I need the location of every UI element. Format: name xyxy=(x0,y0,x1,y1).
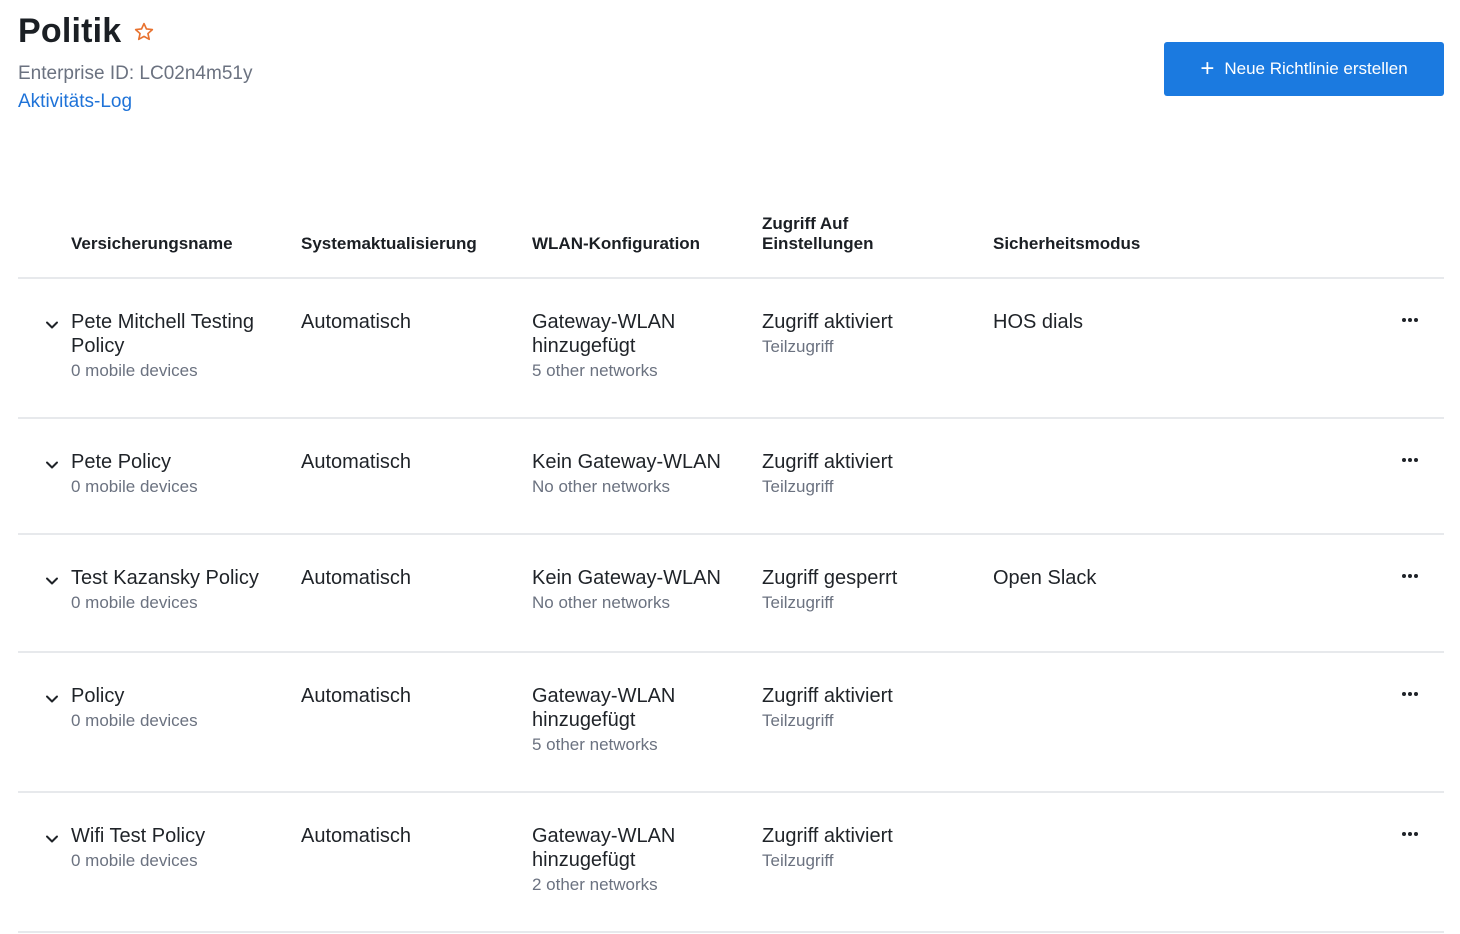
table-row[interactable]: Pete Mitchell Testing Policy 0 mobile de… xyxy=(18,279,1444,419)
access-cell: Zugriff aktiviert Teilzugriff xyxy=(762,450,982,498)
more-options-icon[interactable] xyxy=(1398,687,1422,701)
wlan-cell: Gateway-WLAN hinzugefügt 5 other network… xyxy=(532,310,747,382)
column-header-security-mode[interactable]: Sicherheitsmodus xyxy=(993,234,1213,254)
table-row[interactable]: Test Kazansky Policy 0 mobile devices Au… xyxy=(18,535,1444,653)
chevron-down-icon[interactable] xyxy=(44,831,60,847)
table-row[interactable]: Wifi Test Policy 0 mobile devices Automa… xyxy=(18,793,1444,933)
system-update-value: Automatisch xyxy=(301,685,412,707)
enterprise-id: Enterprise ID: LC02n4m51y xyxy=(18,63,253,84)
new-policy-button[interactable]: + Neue Richtlinie erstellen xyxy=(1164,42,1444,96)
title-row: Politik xyxy=(18,12,252,51)
wlan-value: Gateway-WLAN hinzugefügt xyxy=(532,311,676,357)
table-row[interactable]: Pete Policy 0 mobile devices Automatisch… xyxy=(18,419,1444,535)
page-header: Politik Enterprise ID: LC02n4m51y Aktivi… xyxy=(18,12,252,113)
system-update-value: Automatisch xyxy=(301,567,412,589)
table-header: Versicherungsname Systemaktualisierung W… xyxy=(18,200,1444,279)
more-options-icon[interactable] xyxy=(1398,569,1422,583)
wlan-cell: Gateway-WLAN hinzugefügt 5 other network… xyxy=(532,684,747,756)
wlan-value: Kein Gateway-WLAN xyxy=(532,567,721,589)
column-header-name[interactable]: Versicherungsname xyxy=(71,234,291,254)
activity-log-link[interactable]: Aktivitäts-Log xyxy=(18,91,252,113)
star-icon[interactable] xyxy=(133,21,155,43)
column-header-settings-access[interactable]: Zugriff Auf Einstellungen xyxy=(762,214,892,254)
system-update-cell: Automatisch xyxy=(301,450,521,474)
chevron-down-icon[interactable] xyxy=(44,317,60,333)
column-header-wlan[interactable]: WLAN-Konfiguration xyxy=(532,234,752,254)
system-update-value: Automatisch xyxy=(301,825,412,847)
page-title: Politik xyxy=(18,12,122,50)
more-options-icon[interactable] xyxy=(1398,827,1422,841)
access-cell: Zugriff gesperrt Teilzugriff xyxy=(762,566,982,614)
access-level: Teilzugriff xyxy=(762,711,834,730)
access-value: Zugriff aktiviert xyxy=(762,451,893,473)
access-value: Zugriff aktiviert xyxy=(762,825,893,847)
policy-name-cell: Wifi Test Policy 0 mobile devices xyxy=(71,824,286,872)
more-options-icon[interactable] xyxy=(1398,453,1422,467)
policy-name-cell: Policy 0 mobile devices xyxy=(71,684,286,732)
policy-name[interactable]: Test Kazansky Policy xyxy=(71,566,286,590)
wlan-networks: No other networks xyxy=(532,477,670,496)
new-policy-button-label: Neue Richtlinie erstellen xyxy=(1224,59,1408,78)
chevron-down-icon[interactable] xyxy=(44,573,60,589)
system-update-value: Automatisch xyxy=(301,451,412,473)
policy-name-cell: Pete Mitchell Testing Policy 0 mobile de… xyxy=(71,310,286,382)
wlan-networks: No other networks xyxy=(532,593,670,612)
wlan-networks: 2 other networks xyxy=(532,875,658,894)
device-count: 0 mobile devices xyxy=(71,711,198,730)
policy-name[interactable]: Pete Mitchell Testing Policy xyxy=(71,310,286,358)
policy-name-cell: Pete Policy 0 mobile devices xyxy=(71,450,286,498)
access-value: Zugriff aktiviert xyxy=(762,311,893,333)
chevron-down-icon[interactable] xyxy=(44,457,60,473)
access-level: Teilzugriff xyxy=(762,477,834,496)
system-update-cell: Automatisch xyxy=(301,684,521,708)
security-cell: Open Slack xyxy=(993,566,1293,590)
access-cell: Zugriff aktiviert Teilzugriff xyxy=(762,684,982,732)
wlan-networks: 5 other networks xyxy=(532,735,658,754)
access-value: Zugriff aktiviert xyxy=(762,685,893,707)
plus-icon: + xyxy=(1200,55,1215,82)
policy-name-cell: Test Kazansky Policy 0 mobile devices xyxy=(71,566,286,614)
policy-name[interactable]: Policy xyxy=(71,684,286,708)
policy-name[interactable]: Wifi Test Policy xyxy=(71,824,286,848)
more-options-icon[interactable] xyxy=(1398,313,1422,327)
wlan-cell: Kein Gateway-WLAN No other networks xyxy=(532,566,747,614)
table-row[interactable]: Policy 0 mobile devices Automatisch Gate… xyxy=(18,653,1444,793)
policy-name[interactable]: Pete Policy xyxy=(71,450,286,474)
security-mode-value: HOS dials xyxy=(993,311,1084,333)
device-count: 0 mobile devices xyxy=(71,477,198,496)
device-count: 0 mobile devices xyxy=(71,593,198,612)
access-cell: Zugriff aktiviert Teilzugriff xyxy=(762,310,982,358)
wlan-value: Gateway-WLAN hinzugefügt xyxy=(532,685,676,731)
wlan-value: Kein Gateway-WLAN xyxy=(532,451,721,473)
access-level: Teilzugriff xyxy=(762,337,834,356)
system-update-value: Automatisch xyxy=(301,311,412,333)
wlan-value: Gateway-WLAN hinzugefügt xyxy=(532,825,676,871)
security-mode-value: Open Slack xyxy=(993,567,1097,589)
wlan-networks: 5 other networks xyxy=(532,361,658,380)
device-count: 0 mobile devices xyxy=(71,851,198,870)
wlan-cell: Gateway-WLAN hinzugefügt 2 other network… xyxy=(532,824,747,896)
access-value: Zugriff gesperrt xyxy=(762,567,898,589)
chevron-down-icon[interactable] xyxy=(44,691,60,707)
access-cell: Zugriff aktiviert Teilzugriff xyxy=(762,824,982,872)
system-update-cell: Automatisch xyxy=(301,824,521,848)
column-header-system-update[interactable]: Systemaktualisierung xyxy=(301,234,521,254)
system-update-cell: Automatisch xyxy=(301,310,521,334)
system-update-cell: Automatisch xyxy=(301,566,521,590)
security-cell: HOS dials xyxy=(993,310,1293,334)
access-level: Teilzugriff xyxy=(762,593,834,612)
device-count: 0 mobile devices xyxy=(71,361,198,380)
policy-table: Versicherungsname Systemaktualisierung W… xyxy=(18,200,1444,933)
wlan-cell: Kein Gateway-WLAN No other networks xyxy=(532,450,747,498)
access-level: Teilzugriff xyxy=(762,851,834,870)
